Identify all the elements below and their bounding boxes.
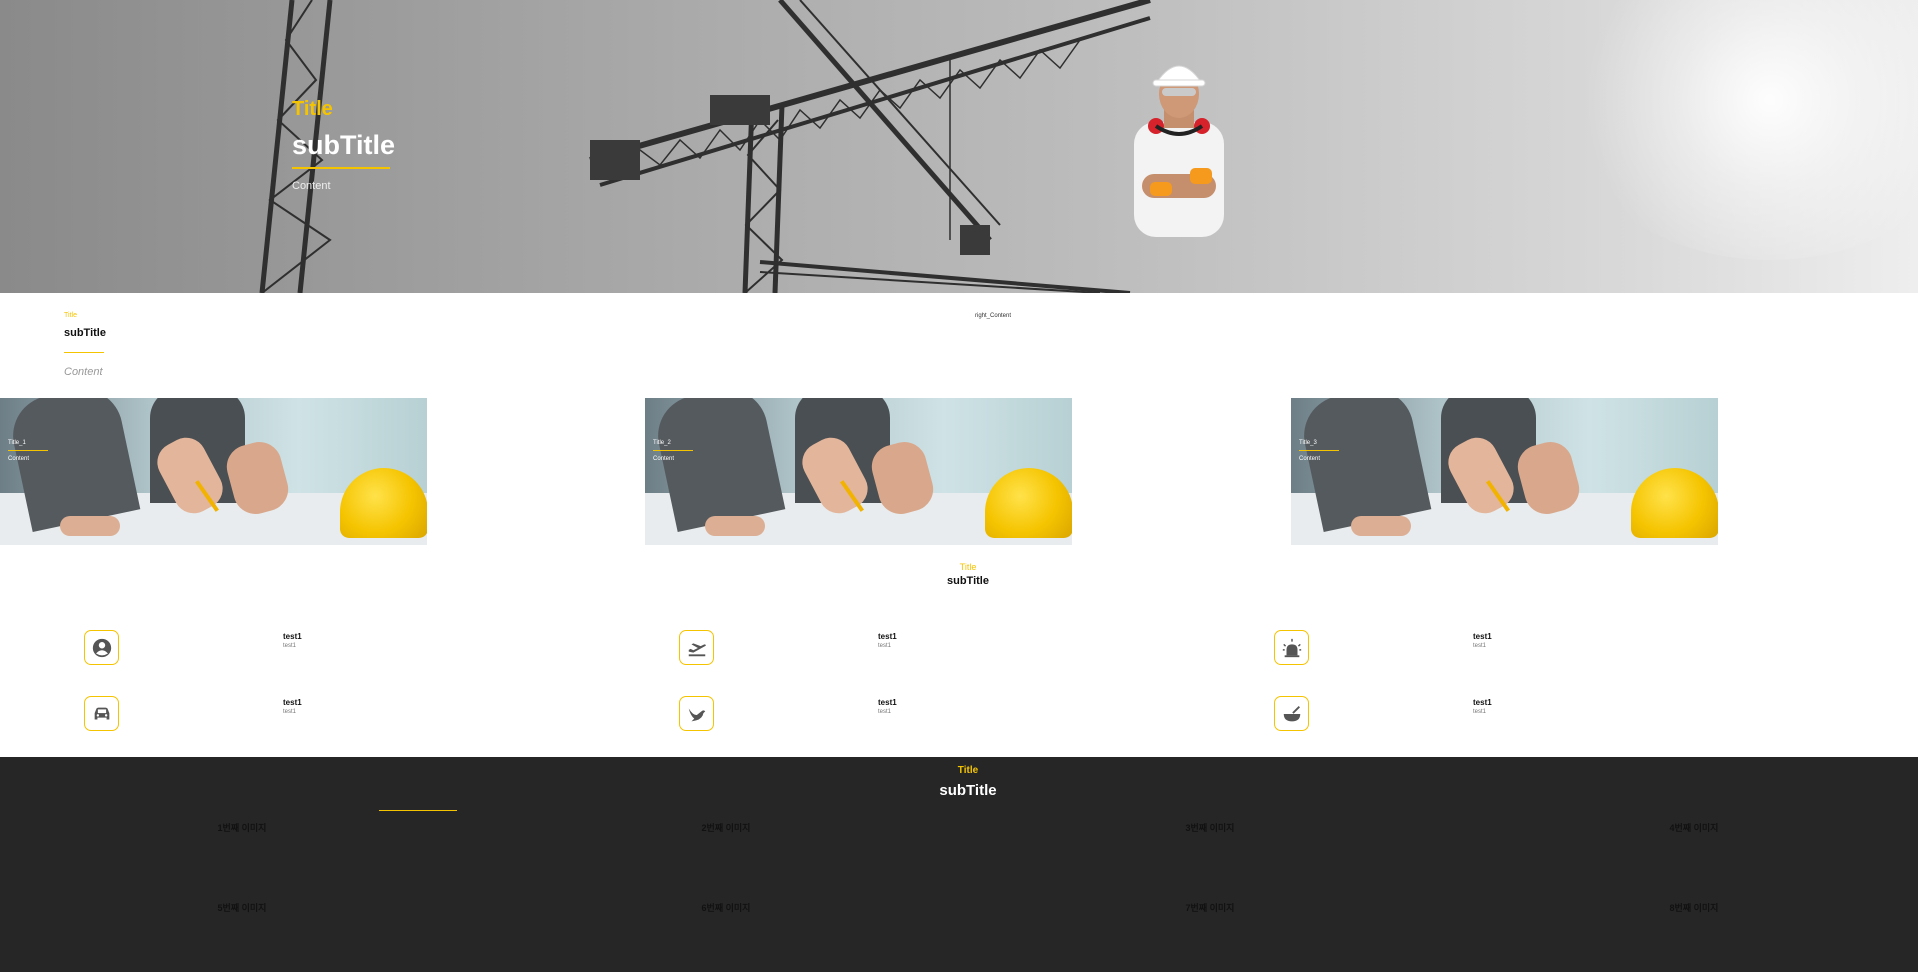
card-content: Content [653, 456, 675, 462]
intro-divider [64, 352, 104, 353]
gallery-item[interactable]: 1번째 이미지 [182, 821, 302, 834]
hero-divider [292, 167, 390, 169]
hardhat-image [985, 468, 1072, 538]
hero-content: Content [292, 180, 331, 192]
intro-right-content: right_Content [975, 313, 1012, 319]
gallery-title: Title [957, 765, 979, 776]
account-circle-icon[interactable] [84, 630, 119, 665]
gallery-item[interactable]: 2번째 이미지 [666, 821, 786, 834]
feature-text: test1 [878, 643, 892, 649]
feature-text: test1 [283, 643, 297, 649]
feature-item: test1 test1 [679, 630, 1099, 666]
card-title: Title_3 [1299, 440, 1317, 446]
feature-item: test1 test1 [84, 696, 504, 732]
car-icon[interactable] [84, 696, 119, 731]
card-divider [8, 450, 48, 451]
alarm-light-icon[interactable] [1274, 630, 1309, 665]
feature-heading: test1 [1473, 698, 1492, 707]
card-title: Title_2 [653, 440, 671, 446]
feature-heading: test1 [283, 632, 302, 641]
feature-item: test1 test1 [679, 696, 1099, 732]
hardhat-image [1631, 468, 1718, 538]
card-content: Content [1299, 456, 1321, 462]
feature-item: test1 test1 [1274, 630, 1694, 666]
gallery-divider [379, 810, 457, 811]
gallery-item[interactable]: 8번째 이미지 [1634, 901, 1754, 914]
feature-item: test1 test1 [84, 630, 504, 666]
gallery-item[interactable]: 4번째 이미지 [1634, 821, 1754, 834]
feature-text: test1 [1473, 709, 1487, 715]
gallery-subtitle: subTitle [939, 782, 997, 799]
intro-content: Content [64, 366, 103, 378]
hero-title: Title [292, 98, 333, 120]
intro-title: Title [64, 312, 77, 319]
feature-text: test1 [1473, 643, 1487, 649]
feature-heading: test1 [878, 632, 897, 641]
feature-heading: test1 [1473, 632, 1492, 641]
gallery-item[interactable]: 5번째 이미지 [182, 901, 302, 914]
feature-item: test1 test1 [1274, 696, 1694, 732]
hero-banner: Title subTitle Content [0, 0, 1918, 293]
gallery-item[interactable]: 3번째 이미지 [1150, 821, 1270, 834]
project-card-2[interactable]: Title_2 Content [645, 398, 1072, 545]
card-divider [1299, 450, 1339, 451]
bird-icon[interactable] [679, 696, 714, 731]
features-title: Title [959, 562, 977, 572]
feature-text: test1 [878, 709, 892, 715]
gallery-item[interactable]: 6번째 이미지 [666, 901, 786, 914]
feature-text: test1 [283, 709, 297, 715]
crane-illustration [259, 0, 1151, 293]
card-divider [653, 450, 693, 451]
card-content: Content [8, 456, 30, 462]
gallery-item[interactable]: 7번째 이미지 [1150, 901, 1270, 914]
hardhat-image [340, 468, 427, 538]
gallery-section: Title subTitle 1번째 이미지 2번째 이미지 3번째 이미지 4… [0, 757, 1918, 972]
intro-subtitle: subTitle [64, 327, 106, 339]
project-card-1[interactable]: Title_1 Content [0, 398, 427, 545]
hero-subtitle: subTitle [292, 130, 396, 160]
feature-heading: test1 [283, 698, 302, 707]
project-card-3[interactable]: Title_3 Content [1291, 398, 1718, 545]
features-subtitle: subTitle [947, 575, 989, 587]
worker-photo [1134, 65, 1224, 237]
card-title: Title_1 [8, 440, 26, 446]
bowl-spoon-icon[interactable] [1274, 696, 1309, 731]
airplane-takeoff-icon[interactable] [679, 630, 714, 665]
feature-heading: test1 [878, 698, 897, 707]
